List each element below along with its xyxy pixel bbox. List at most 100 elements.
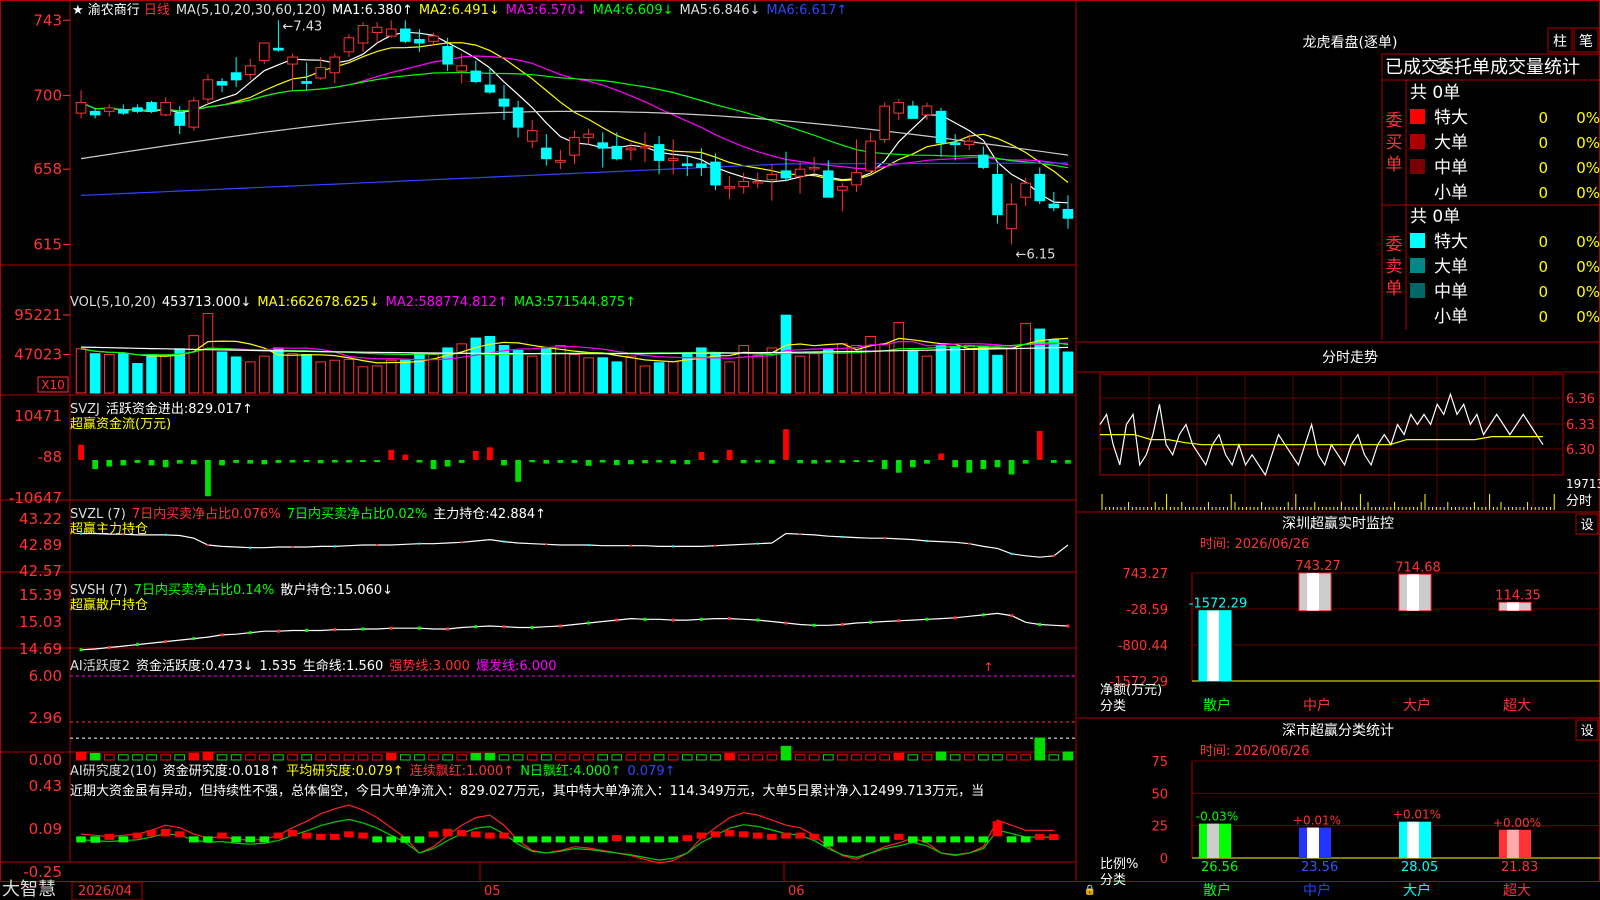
candle-body[interactable] [1020,182,1031,198]
ai2-bar[interactable] [738,754,749,761]
ai-research-bar[interactable] [950,836,960,843]
ai2-bar[interactable] [1020,754,1031,761]
candle-body[interactable] [724,186,735,189]
candle-body[interactable] [752,180,764,184]
ai-research-bar[interactable] [767,833,777,840]
candle-body[interactable] [949,142,961,146]
svzj-bar[interactable] [1022,460,1029,464]
ai2-bar[interactable] [865,754,876,761]
candle-body[interactable] [851,172,862,186]
ai-research-bar[interactable] [865,836,876,843]
volume-bar[interactable] [921,355,933,394]
ai2-bar[interactable] [639,754,651,761]
candle-body[interactable] [470,70,482,83]
ai-research-bar[interactable] [752,832,763,839]
volume-bar[interactable] [724,361,735,394]
ai2-bar[interactable] [1034,737,1046,761]
svzj-bar[interactable] [994,460,1001,468]
ai-research-bar[interactable] [386,836,397,843]
candle-body[interactable] [597,142,608,149]
ai2-bar[interactable] [921,754,933,761]
candle-body[interactable] [301,81,312,84]
candle-body[interactable] [1006,203,1017,230]
svzj-bar[interactable] [388,449,395,460]
volume-bar[interactable] [526,355,538,394]
svzj-bar[interactable] [261,460,268,465]
ai-research-bar[interactable] [922,836,932,843]
ai-research-bar[interactable] [259,836,270,843]
ai-research-bar[interactable] [612,835,622,842]
ai-research-bar[interactable] [301,832,312,839]
ai-research-bar[interactable] [978,836,989,843]
svzj-bar[interactable] [698,452,705,460]
ai2-bar[interactable] [949,754,961,761]
ai-research-bar[interactable] [287,830,298,837]
volume-bar[interactable] [202,313,214,394]
volume-bar[interactable] [893,322,905,394]
svzj-bar[interactable] [190,460,197,465]
candle-body[interactable] [132,107,143,112]
ai2-bar[interactable] [935,751,947,761]
ai-research-bar[interactable] [485,832,495,839]
volume-bar[interactable] [597,357,608,394]
candle-body[interactable] [1048,203,1060,209]
svzj-bar[interactable] [571,460,578,463]
ai-research-bar[interactable] [569,836,580,843]
ai2-bar[interactable] [244,754,256,761]
candle-body[interactable] [555,159,566,163]
volume-bar[interactable] [611,361,623,394]
svzj-bar[interactable] [162,460,169,468]
svzj-bar[interactable] [867,460,874,463]
volume-bar[interactable] [244,361,256,394]
ai-research-bar[interactable] [527,836,537,843]
ai-research-bar[interactable] [203,836,213,843]
svzj-bar[interactable] [303,460,310,463]
svzj-bar[interactable] [346,460,352,463]
ai2-bar[interactable] [667,754,679,761]
ai-research-bar[interactable] [358,832,368,839]
ai2-bar[interactable] [146,754,157,761]
svzj-bar[interactable] [1050,460,1057,463]
svzj-bar[interactable] [1036,430,1043,460]
ai2-bar[interactable] [597,754,608,761]
svzj-bar[interactable] [712,460,719,463]
ai-research-bar[interactable] [90,836,100,843]
svzj-bar[interactable] [317,460,324,464]
ai-research-bar[interactable] [442,828,453,837]
candle-body[interactable] [808,166,820,170]
ai-research-bar[interactable] [555,836,566,843]
svzj-bar[interactable] [825,460,832,463]
ai-research-bar[interactable] [936,836,946,843]
ai2-bar[interactable] [188,752,200,761]
ai2-bar[interactable] [569,754,580,761]
ai2-bar[interactable] [724,752,735,761]
candle-body[interactable] [315,67,327,79]
ai-research-bar[interactable] [245,836,256,843]
volume-bar[interactable] [1006,347,1017,394]
candle-body[interactable] [89,110,101,116]
volume-bar[interactable] [385,359,397,394]
candle-body[interactable] [766,173,778,181]
volume-bar[interactable] [512,349,524,394]
candle-body[interactable] [188,100,200,128]
ai-research-bar[interactable] [118,836,129,843]
volume-bar[interactable] [498,344,510,394]
ai-research-bar[interactable] [908,836,918,843]
ai-research-bar[interactable] [315,833,326,840]
svzj-bar[interactable] [458,460,465,463]
ai-research-bar[interactable] [541,836,552,843]
ai-research-bar[interactable] [583,836,594,843]
candle-body[interactable] [371,26,383,34]
ai-research-bar[interactable] [471,831,481,838]
ai2-bar[interactable] [428,754,439,761]
candle-body[interactable] [865,140,876,172]
svzj-bar[interactable] [853,460,860,463]
ai-research-bar[interactable] [795,832,805,839]
volume-bar[interactable] [287,353,298,394]
volume-bar[interactable] [103,354,115,394]
ai-research-bar[interactable] [654,836,664,843]
volume-bar[interactable] [343,358,355,394]
ai2-bar[interactable] [653,754,665,761]
candle-body[interactable] [935,110,947,144]
svzj-bar[interactable] [331,460,338,463]
